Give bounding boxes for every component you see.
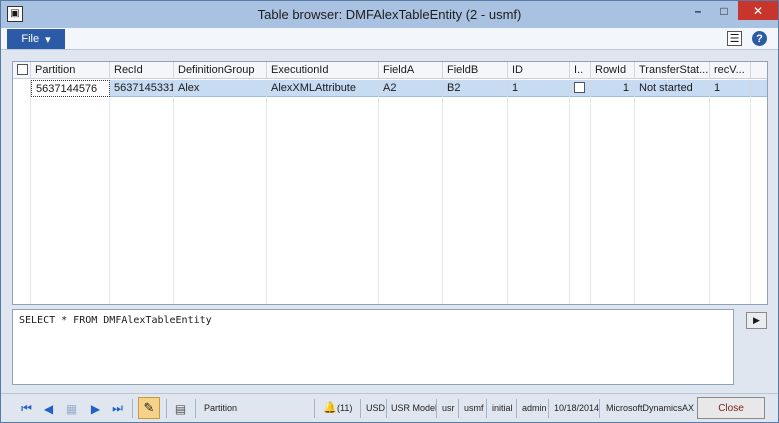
document-handling-icon[interactable]: ▤ [172,400,189,417]
edit-mode-icon[interactable]: ✎ [138,397,160,419]
separator [516,399,517,418]
partition-indicator: initial [492,403,513,413]
separator [132,399,133,418]
cell-definitiongroup[interactable]: Alex [174,80,267,97]
separator [166,399,167,418]
cell-i[interactable] [570,80,591,97]
maximize-button[interactable]: □ [711,1,737,20]
grid-view-icon[interactable]: ▦ [63,400,80,417]
column-divider [570,98,591,304]
notification-bell-icon[interactable]: 🔔 [323,401,337,414]
column-divider [267,98,379,304]
cell-id[interactable]: 1 [508,80,570,97]
grid-header: Partition RecId DefinitionGroup Executio… [13,62,767,79]
column-divider [591,98,635,304]
server-indicator: MicrosoftDynamicsAX [606,403,695,413]
ribbon-bar: File ▾ ☰ ? [1,28,778,50]
previous-record-icon[interactable]: ◀ [40,400,57,417]
select-all-checkbox[interactable] [17,63,28,75]
column-header-definitiongroup[interactable]: DefinitionGroup [174,62,267,79]
user-indicator: admin [522,403,547,413]
cell-recversion[interactable]: 1 [710,80,751,97]
column-header-transferstatus[interactable]: TransferStat... [635,62,710,79]
column-divider [710,98,751,304]
grid-empty-area [13,98,767,304]
close-window-button[interactable]: ✕ [738,1,778,20]
sql-query-input[interactable]: SELECT * FROM DMFAlexTableEntity [12,309,734,385]
separator [360,399,361,418]
cell-partition[interactable]: 5637144576 [31,80,110,97]
next-record-icon[interactable]: ▶ [87,400,104,417]
current-field-name: Partition [204,403,238,413]
chevron-down-icon: ▾ [45,33,51,46]
column-header-recversion[interactable]: recV... [710,62,751,79]
last-record-icon[interactable]: ⏭ [109,400,126,417]
column-header-fielda[interactable]: FieldA [379,62,443,79]
separator [195,399,196,418]
cell-fieldb[interactable]: B2 [443,80,508,97]
close-button[interactable]: Close [697,397,765,419]
select-all-cell[interactable] [13,62,31,79]
table-row[interactable]: 5637144576 5637145331 Alex AlexXMLAttrib… [13,80,767,97]
column-divider [635,98,710,304]
notification-count[interactable]: (11) [337,403,352,413]
column-header-recid[interactable]: RecId [110,62,174,79]
model-indicator: USR Model [391,403,438,413]
column-header-rowid[interactable]: RowId [591,62,635,79]
separator [386,399,387,418]
session-date[interactable]: 10/18/2014 [554,403,599,413]
window-title: Table browser: DMFAlexTableEntity (2 - u… [257,7,522,22]
cell-recid[interactable]: 5637145331 [110,80,174,97]
separator [599,399,600,418]
column-divider [110,98,174,304]
table-browser-window: ▣ Table browser: DMFAlexTableEntity (2 -… [0,0,779,423]
layout-icon[interactable]: ☰ [727,31,742,46]
sql-query-text: SELECT * FROM DMFAlexTableEntity [19,315,212,326]
records-grid[interactable]: Partition RecId DefinitionGroup Executio… [12,61,768,305]
separator [548,399,549,418]
company-indicator[interactable]: usmf [464,403,484,413]
cell-fielda[interactable]: A2 [379,80,443,97]
currency-indicator[interactable]: USD [366,403,385,413]
cell-transferstatus[interactable]: Not started [635,80,710,97]
column-divider [174,98,267,304]
column-header-i[interactable]: I.. [570,62,591,79]
column-header-partition[interactable]: Partition [31,62,110,79]
separator [314,399,315,418]
column-divider [31,98,110,304]
status-bar: ⏮ ◀ ▦ ▶ ⏭ ✎ ▤ Partition 🔔 (11) USD USR M… [1,393,778,422]
column-divider [379,98,443,304]
execute-query-button[interactable]: ▶ [746,312,767,329]
file-menu-label: File [21,33,40,45]
minimize-button[interactable]: – [685,1,711,20]
file-menu-button[interactable]: File ▾ [7,29,65,49]
help-icon[interactable]: ? [752,31,767,46]
separator [458,399,459,418]
title-bar[interactable]: ▣ Table browser: DMFAlexTableEntity (2 -… [1,1,778,28]
column-divider [443,98,508,304]
cell-rowid[interactable]: 1 [591,80,635,97]
layer-indicator: usr [442,403,455,413]
first-record-icon[interactable]: ⏮ [18,400,35,417]
row-selector[interactable] [13,80,31,97]
column-header-fieldb[interactable]: FieldB [443,62,508,79]
row-checkbox[interactable] [574,81,585,93]
separator [486,399,487,418]
separator [436,399,437,418]
column-header-executionid[interactable]: ExecutionId [267,62,379,79]
column-header-id[interactable]: ID [508,62,570,79]
column-divider [13,98,31,304]
cell-executionid[interactable]: AlexXMLAttribute [267,80,379,97]
column-divider [508,98,570,304]
